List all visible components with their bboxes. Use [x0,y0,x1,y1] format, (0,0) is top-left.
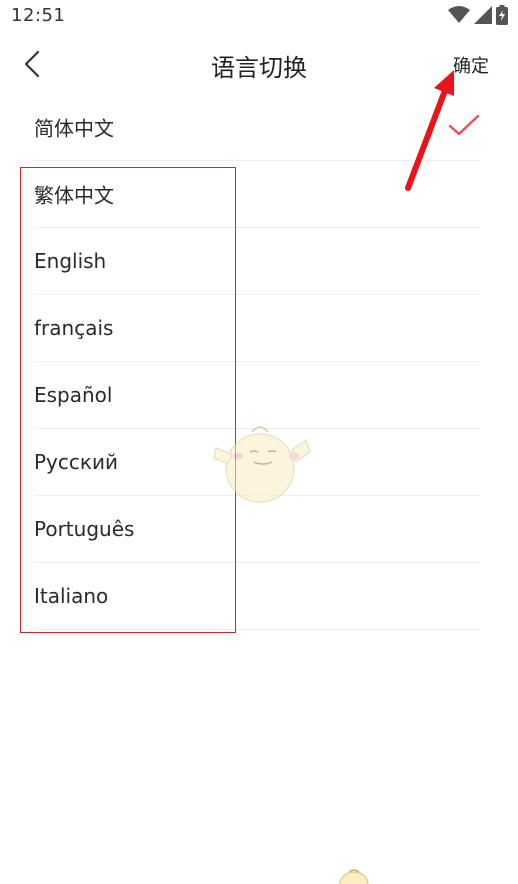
status-time: 12:51 [11,5,66,26]
language-list: 简体中文 繁体中文 English français Español Русск… [34,94,480,630]
mascot-peek-icon [339,869,369,884]
language-item-simplified-chinese[interactable]: 简体中文 [34,94,480,161]
language-label: English [34,249,107,273]
status-icons [448,5,508,29]
wifi-icon [448,6,470,28]
page-title: 语言切换 [211,54,307,82]
language-label: Português [34,517,135,541]
language-item-russian[interactable]: Русский [34,429,480,496]
language-label: Русский [34,450,118,474]
app-bar: 语言切换 确定 [0,38,518,90]
language-item-portuguese[interactable]: Português [34,496,480,563]
confirm-button[interactable]: 确定 [453,52,489,78]
language-label: 简体中文 [34,116,114,141]
language-item-traditional-chinese[interactable]: 繁体中文 [34,161,480,228]
language-item-french[interactable]: français [34,295,480,362]
checkmark-icon [448,112,480,140]
language-label: Español [34,383,113,407]
battery-icon [496,5,508,29]
language-item-spanish[interactable]: Español [34,362,480,429]
language-label: français [34,316,114,340]
signal-icon [474,6,492,28]
language-item-english[interactable]: English [34,228,480,295]
language-item-italian[interactable]: Italiano [34,563,480,630]
status-bar: 12:51 [0,0,518,30]
language-label: Italiano [34,584,109,608]
language-label: 繁体中文 [34,183,114,208]
